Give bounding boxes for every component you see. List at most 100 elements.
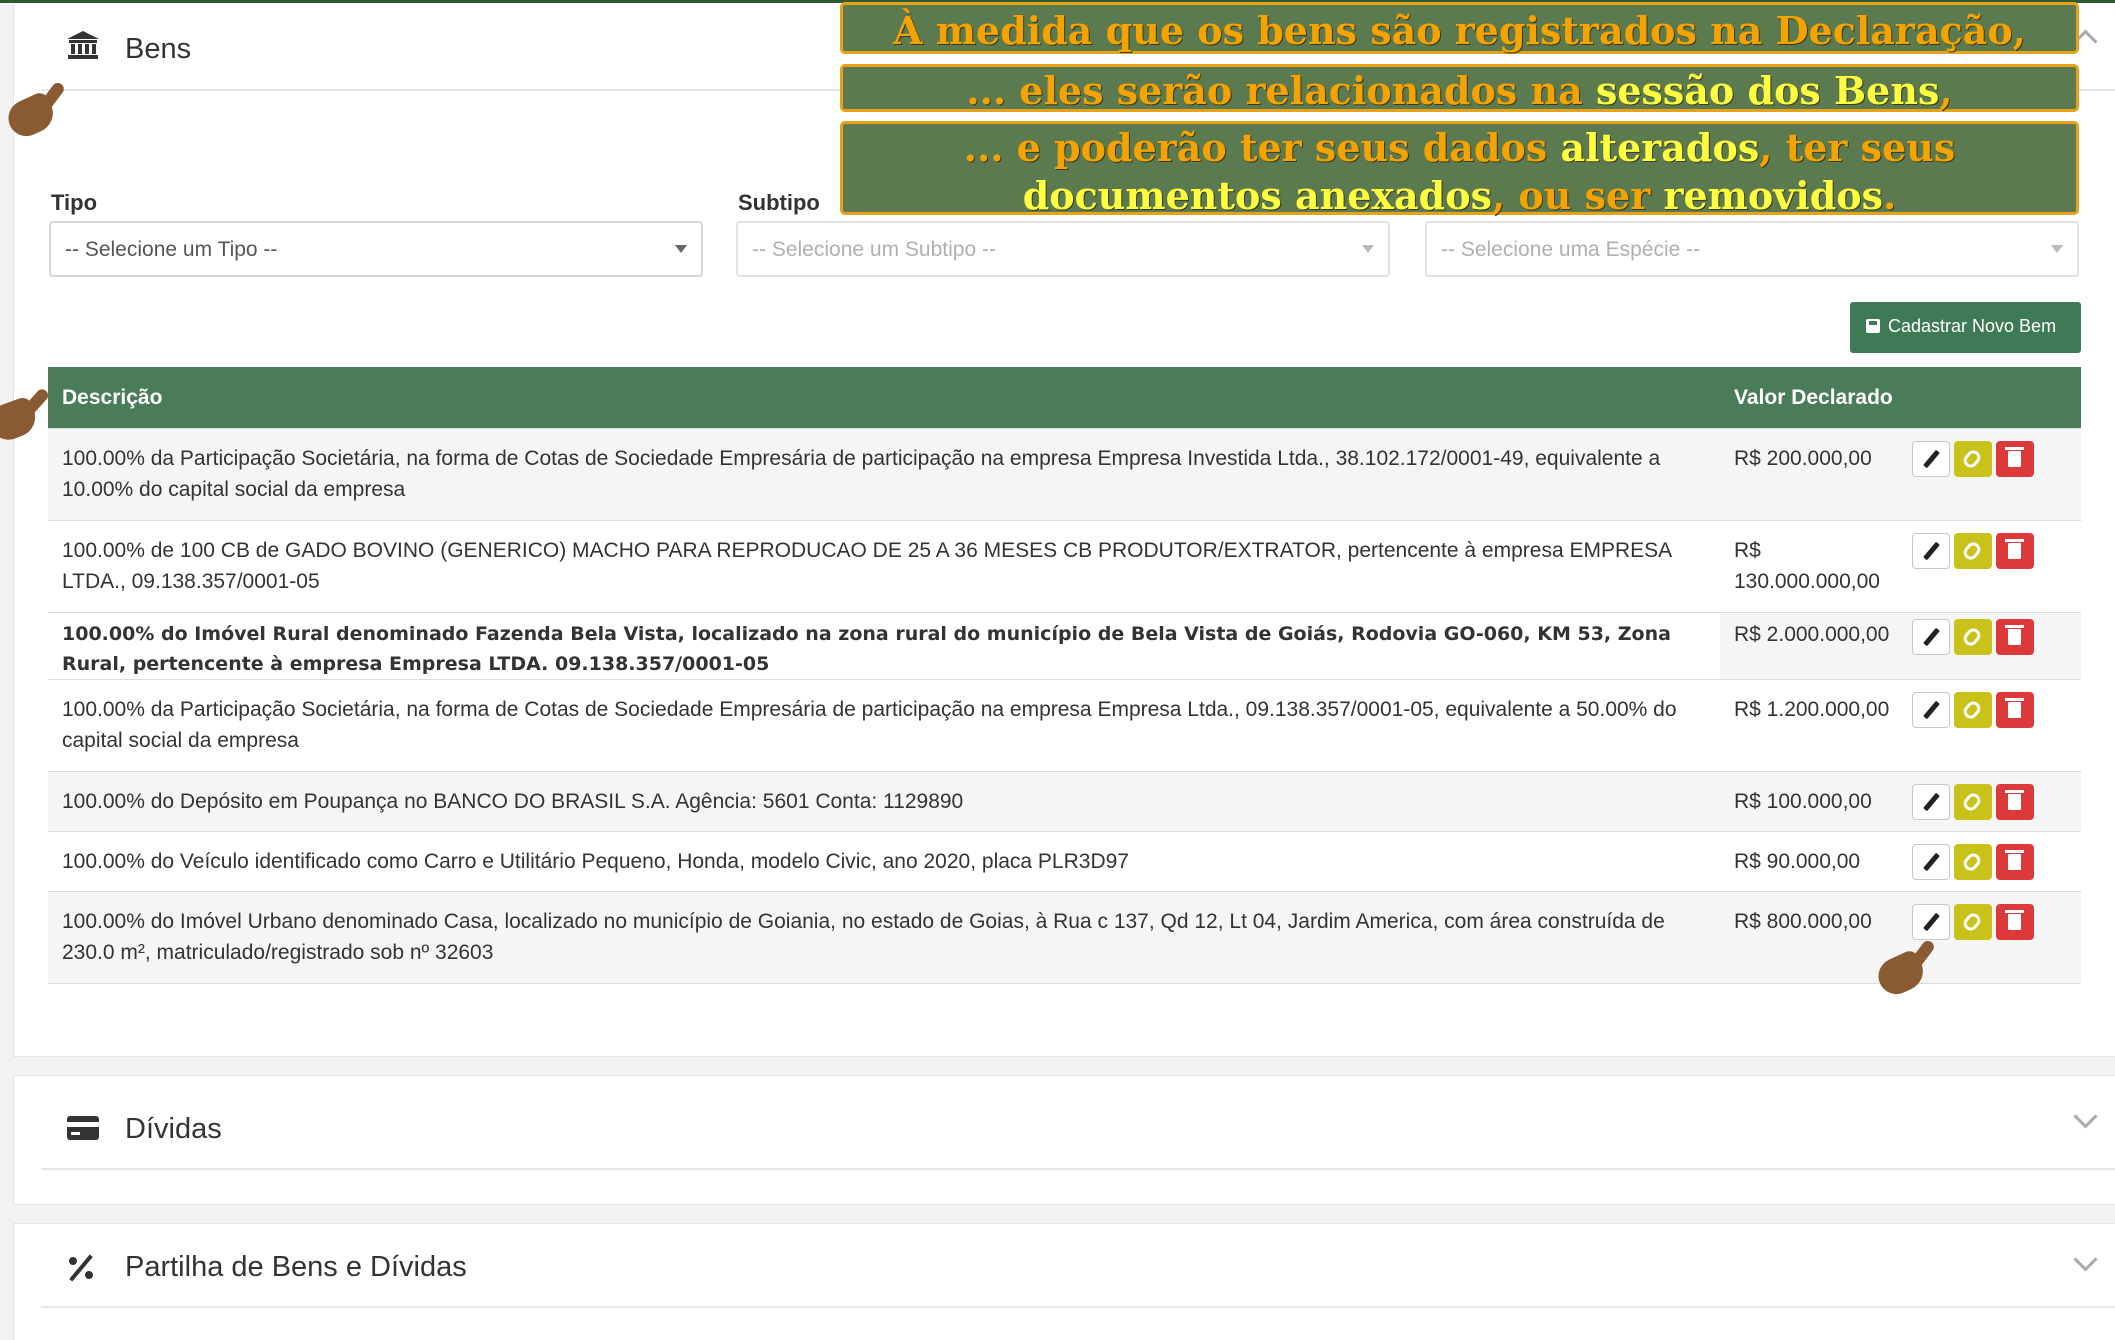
callout-highlight: documentos anexados [1022, 173, 1492, 218]
delete-button[interactable] [1996, 692, 2034, 728]
tipo-select[interactable]: -- Selecione um Tipo -- [49, 221, 703, 277]
row-description: 100.00% do Depósito em Poupança no BANCO… [48, 771, 1720, 832]
row-actions [1912, 428, 2081, 521]
pencil-icon [1923, 852, 1940, 872]
callout-text: , ter seus [1759, 125, 1956, 170]
chevron-down-icon[interactable] [2073, 1247, 2098, 1272]
paperclip-icon [1960, 625, 1984, 649]
chevron-down-icon[interactable] [2073, 1104, 2098, 1129]
col-header-descricao[interactable]: Descrição [48, 367, 1720, 429]
delete-button[interactable] [1996, 533, 2034, 569]
pencil-icon [1923, 792, 1940, 812]
attach-button[interactable] [1954, 533, 1992, 569]
paperclip-icon [1960, 910, 1984, 934]
callout-text: À medida que os bens são registrados na … [893, 8, 2026, 53]
attach-button[interactable] [1954, 441, 1992, 477]
col-header-valor[interactable]: Valor Declarado [1720, 367, 2081, 429]
pencil-icon [1923, 627, 1940, 647]
callout-highlight: sessão dos Bens [1595, 68, 1940, 113]
table-row: 100.00% de 100 CB de GADO BOVINO (GENERI… [48, 520, 2081, 613]
row-description: 100.00% da Participação Societária, na f… [48, 428, 1720, 521]
row-actions [1912, 520, 2081, 613]
row-description: 100.00% de 100 CB de GADO BOVINO (GENERI… [48, 520, 1720, 613]
pencil-icon [1923, 449, 1940, 469]
tutorial-callout-2: ... eles serão relacionados na sessão do… [840, 64, 2079, 113]
especie-select[interactable]: -- Selecione uma Espécie -- [1425, 221, 2079, 277]
trash-icon [2005, 625, 2024, 645]
pencil-icon [1923, 912, 1940, 932]
edit-button[interactable] [1912, 692, 1950, 728]
paperclip-icon [1960, 447, 1984, 471]
subtipo-label: Subtipo [738, 190, 820, 215]
edit-button[interactable] [1912, 844, 1950, 880]
attach-button[interactable] [1954, 844, 1992, 880]
caret-down-icon [2051, 245, 2063, 253]
table-row: 100.00% da Participação Societária, na f… [48, 679, 2081, 772]
subtipo-select[interactable]: -- Selecione um Subtipo -- [736, 221, 1390, 277]
paperclip-icon [1960, 850, 1984, 874]
row-value: R$ 130.000.000,00 [1720, 520, 1912, 613]
trash-icon [2005, 850, 2024, 870]
edit-button[interactable] [1912, 904, 1950, 940]
table-row: 100.00% do Veículo identificado como Car… [48, 831, 2081, 892]
callout-text: ... eles serão relacionados na [966, 68, 1596, 113]
partilha-title: Partilha de Bens e Dívidas [125, 1251, 467, 1283]
row-value: R$ 1.200.000,00 [1720, 679, 1912, 772]
paperclip-icon [1960, 539, 1984, 563]
row-description: 100.00% do Imóvel Urbano denominado Casa… [48, 891, 1720, 984]
cadastrar-novo-bem-button[interactable]: Cadastrar Novo Bem [1850, 302, 2081, 353]
delete-button[interactable] [1996, 844, 2034, 880]
partilha-panel: Partilha de Bens e Dívidas [13, 1223, 2115, 1340]
pencil-icon [1923, 700, 1940, 720]
callout-text: , [1939, 68, 1953, 113]
trash-icon [2005, 790, 2024, 810]
trash-icon [2005, 910, 2024, 930]
percent-icon [66, 1254, 96, 1287]
delete-button[interactable] [1996, 784, 2034, 820]
delete-button[interactable] [1996, 619, 2034, 655]
trash-icon [2005, 447, 2024, 467]
trash-icon [2005, 539, 2024, 559]
row-description: 100.00% da Participação Societária, na f… [48, 679, 1720, 772]
caret-down-icon [675, 245, 687, 253]
attach-button[interactable] [1954, 692, 1992, 728]
tipo-select-value: -- Selecione um Tipo -- [65, 238, 278, 261]
edit-button[interactable] [1912, 533, 1950, 569]
row-description: 100.00% do Imóvel Rural denominado Fazen… [48, 612, 1720, 680]
edit-button[interactable] [1912, 784, 1950, 820]
edit-button[interactable] [1912, 441, 1950, 477]
tutorial-callout-1: À medida que os bens são registrados na … [840, 2, 2079, 54]
callout-text: . [1883, 173, 1897, 218]
edit-button[interactable] [1912, 619, 1950, 655]
tutorial-callout-3: ... e poderão ter seus dados alterados, … [840, 121, 2079, 218]
dividas-section-header[interactable]: Dívidas [41, 1076, 2115, 1170]
paperclip-icon [1960, 790, 1984, 814]
partilha-section-header[interactable]: Partilha de Bens e Dívidas [41, 1224, 2115, 1308]
trash-icon [2005, 698, 2024, 718]
callout-text: ... e poderão ter seus dados [963, 125, 1561, 170]
pencil-icon [1923, 541, 1940, 561]
row-value: R$ 2.000.000,00 [1720, 612, 1912, 680]
bens-title: Bens [125, 33, 192, 65]
row-actions [1912, 612, 2081, 680]
table-row: 100.00% da Participação Societária, na f… [48, 428, 2081, 521]
table-row: 100.00% do Imóvel Urbano denominado Casa… [48, 891, 2081, 984]
cadastrar-novo-bem-label: Cadastrar Novo Bem [1888, 316, 2057, 336]
attach-button[interactable] [1954, 904, 1992, 940]
especie-select-value: -- Selecione uma Espécie -- [1441, 238, 1701, 261]
caret-down-icon [1362, 245, 1374, 253]
row-actions [1912, 679, 2081, 772]
delete-button[interactable] [1996, 904, 2034, 940]
subtipo-select-value: -- Selecione um Subtipo -- [752, 238, 996, 261]
callout-highlight: alterados [1560, 125, 1760, 170]
attach-button[interactable] [1954, 619, 1992, 655]
row-value: R$ 100.000,00 [1720, 771, 1912, 832]
callout-text: , ou ser [1491, 173, 1664, 218]
delete-button[interactable] [1996, 441, 2034, 477]
paperclip-icon [1960, 698, 1984, 722]
callout-highlight: removidos [1663, 173, 1884, 218]
table-row: 100.00% do Imóvel Rural denominado Fazen… [48, 612, 2081, 680]
dividas-title: Dívidas [125, 1113, 222, 1145]
row-actions [1912, 771, 2081, 832]
attach-button[interactable] [1954, 784, 1992, 820]
